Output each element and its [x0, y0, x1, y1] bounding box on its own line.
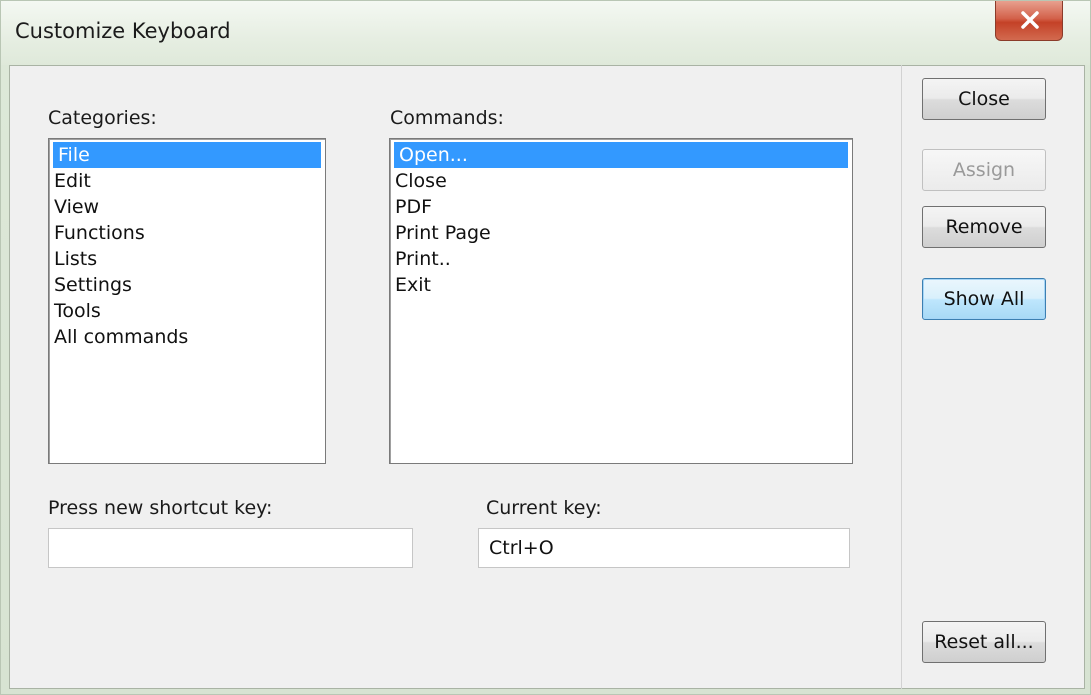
close-icon	[1021, 11, 1039, 29]
list-item-edit[interactable]: Edit	[49, 168, 325, 194]
new-shortcut-input[interactable]	[48, 528, 413, 568]
categories-list[interactable]: File Edit View Functions Lists Settings …	[48, 138, 326, 464]
customize-keyboard-dialog: Customize Keyboard Categories: File Edit…	[0, 0, 1091, 695]
list-item-print-page[interactable]: Print Page	[390, 220, 852, 246]
list-item-close[interactable]: Close	[390, 168, 852, 194]
list-item-view[interactable]: View	[49, 194, 325, 220]
remove-button[interactable]: Remove	[922, 206, 1046, 248]
list-item-lists[interactable]: Lists	[49, 246, 325, 272]
window-title: Customize Keyboard	[15, 19, 231, 43]
list-item-file[interactable]: File	[53, 142, 321, 168]
list-item-pdf[interactable]: PDF	[390, 194, 852, 220]
new-shortcut-label: Press new shortcut key:	[48, 497, 273, 519]
list-item-open[interactable]: Open...	[394, 142, 848, 168]
title-bar: Customize Keyboard	[1, 1, 1090, 65]
list-item-tools[interactable]: Tools	[49, 298, 325, 324]
commands-list[interactable]: Open... Close PDF Print Page Print.. Exi…	[389, 138, 853, 464]
commands-label: Commands:	[390, 107, 504, 129]
assign-button[interactable]: Assign	[922, 149, 1046, 191]
list-item-functions[interactable]: Functions	[49, 220, 325, 246]
close-button[interactable]: Close	[922, 78, 1046, 120]
list-item-exit[interactable]: Exit	[390, 272, 852, 298]
list-item-print[interactable]: Print..	[390, 246, 852, 272]
list-item-settings[interactable]: Settings	[49, 272, 325, 298]
window-close-button[interactable]	[995, 1, 1063, 41]
current-key-field: Ctrl+O	[478, 528, 850, 568]
current-key-label: Current key:	[486, 497, 602, 519]
list-item-all-commands[interactable]: All commands	[49, 324, 325, 350]
categories-label: Categories:	[48, 107, 157, 129]
show-all-button[interactable]: Show All	[922, 278, 1046, 320]
reset-all-button[interactable]: Reset all...	[922, 621, 1046, 663]
